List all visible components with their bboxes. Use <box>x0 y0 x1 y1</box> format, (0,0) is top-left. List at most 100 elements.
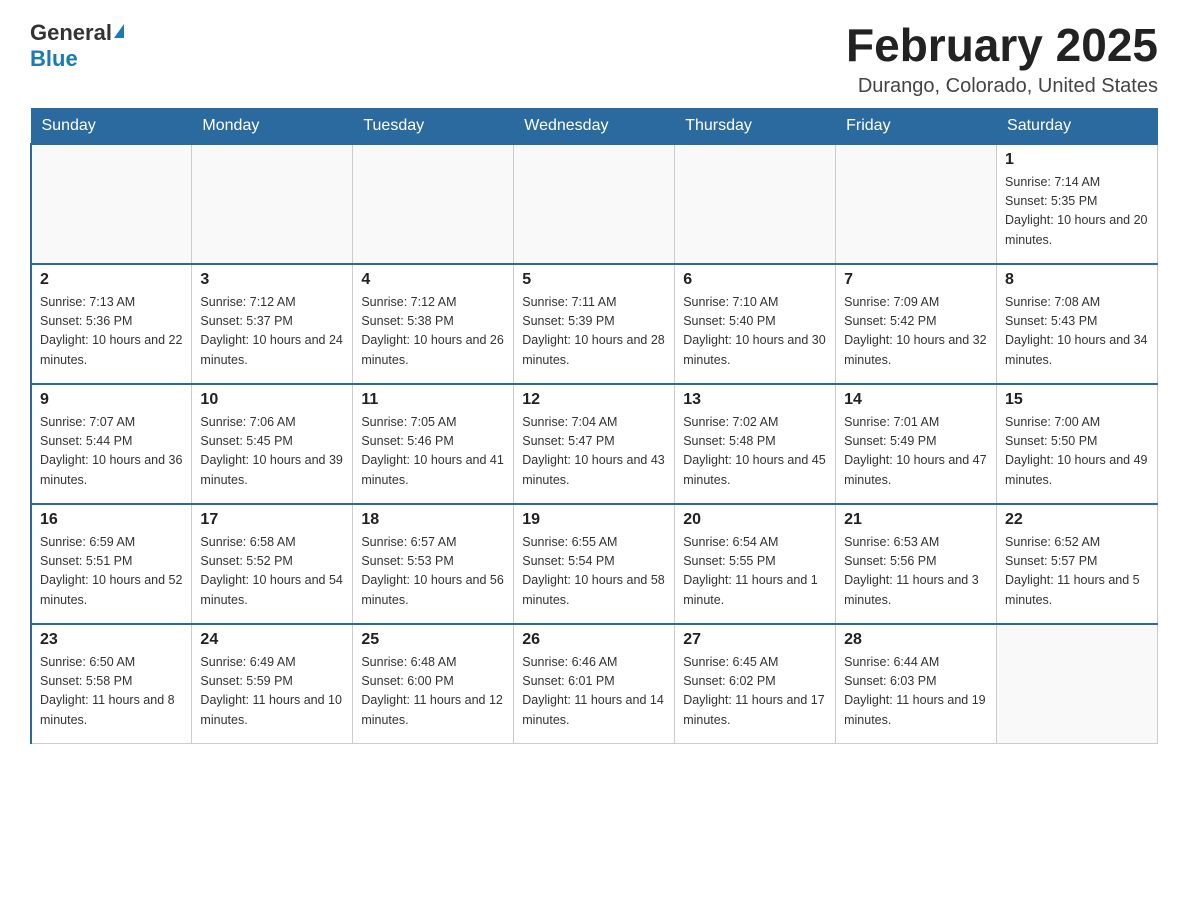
day-number: 24 <box>200 631 344 649</box>
day-number: 14 <box>844 391 988 409</box>
day-info: Sunrise: 7:05 AM Sunset: 5:46 PM Dayligh… <box>361 413 505 491</box>
day-info: Sunrise: 7:04 AM Sunset: 5:47 PM Dayligh… <box>522 413 666 491</box>
calendar-cell: 25 Sunrise: 6:48 AM Sunset: 6:00 PM Dayli… <box>353 624 514 744</box>
day-info: Sunrise: 7:01 AM Sunset: 5:49 PM Dayligh… <box>844 413 988 491</box>
day-of-week-header: Saturday <box>997 108 1158 144</box>
day-number: 13 <box>683 391 827 409</box>
day-number: 6 <box>683 271 827 289</box>
day-info: Sunrise: 7:12 AM Sunset: 5:38 PM Dayligh… <box>361 293 505 371</box>
calendar-week-row: 9 Sunrise: 7:07 AM Sunset: 5:44 PM Daylig… <box>31 384 1158 504</box>
calendar-cell: 20 Sunrise: 6:54 AM Sunset: 5:55 PM Dayli… <box>675 504 836 624</box>
day-info: Sunrise: 6:44 AM Sunset: 6:03 PM Dayligh… <box>844 653 988 731</box>
calendar-cell: 6 Sunrise: 7:10 AM Sunset: 5:40 PM Daylig… <box>675 264 836 384</box>
calendar-cell: 8 Sunrise: 7:08 AM Sunset: 5:43 PM Daylig… <box>997 264 1158 384</box>
day-number: 22 <box>1005 511 1149 529</box>
calendar-cell: 9 Sunrise: 7:07 AM Sunset: 5:44 PM Daylig… <box>31 384 192 504</box>
calendar-cell: 15Sunrise: 7:00 AM Sunset: 5:50 PM Dayli… <box>997 384 1158 504</box>
day-number: 19 <box>522 511 666 529</box>
calendar-cell: 21 Sunrise: 6:53 AM Sunset: 5:56 PM Dayli… <box>836 504 997 624</box>
logo: General Blue <box>30 20 124 72</box>
day-number: 9 <box>40 391 183 409</box>
day-number: 8 <box>1005 271 1149 289</box>
calendar-cell: 13 Sunrise: 7:02 AM Sunset: 5:48 PM Dayli… <box>675 384 836 504</box>
calendar-cell: 28 Sunrise: 6:44 AM Sunset: 6:03 PM Dayli… <box>836 624 997 744</box>
calendar-cell <box>997 624 1158 744</box>
day-number: 15 <box>1005 391 1149 409</box>
day-number: 18 <box>361 511 505 529</box>
calendar-cell: 23 Sunrise: 6:50 AM Sunset: 5:58 PM Dayli… <box>31 624 192 744</box>
day-number: 28 <box>844 631 988 649</box>
day-info: Sunrise: 6:52 AM Sunset: 5:57 PM Dayligh… <box>1005 533 1149 611</box>
calendar-cell: 5 Sunrise: 7:11 AM Sunset: 5:39 PM Daylig… <box>514 264 675 384</box>
day-number: 2 <box>40 271 183 289</box>
day-info: Sunrise: 7:08 AM Sunset: 5:43 PM Dayligh… <box>1005 293 1149 371</box>
day-number: 21 <box>844 511 988 529</box>
calendar-cell: 22 Sunrise: 6:52 AM Sunset: 5:57 PM Dayli… <box>997 504 1158 624</box>
calendar-cell <box>353 144 514 264</box>
day-of-week-header: Friday <box>836 108 997 144</box>
day-info: Sunrise: 6:54 AM Sunset: 5:55 PM Dayligh… <box>683 533 827 611</box>
day-info: Sunrise: 7:02 AM Sunset: 5:48 PM Dayligh… <box>683 413 827 491</box>
logo-blue-text: Blue <box>30 46 78 71</box>
calendar-cell <box>31 144 192 264</box>
day-number: 26 <box>522 631 666 649</box>
day-info: Sunrise: 7:09 AM Sunset: 5:42 PM Dayligh… <box>844 293 988 371</box>
logo-general-text: General <box>30 20 112 46</box>
calendar-cell <box>836 144 997 264</box>
day-of-week-header: Tuesday <box>353 108 514 144</box>
day-info: Sunrise: 6:55 AM Sunset: 5:54 PM Dayligh… <box>522 533 666 611</box>
calendar-cell: 19 Sunrise: 6:55 AM Sunset: 5:54 PM Dayli… <box>514 504 675 624</box>
month-title: February 2025 <box>846 20 1158 71</box>
calendar-week-row: 16Sunrise: 6:59 AM Sunset: 5:51 PM Dayli… <box>31 504 1158 624</box>
day-info: Sunrise: 6:48 AM Sunset: 6:00 PM Dayligh… <box>361 653 505 731</box>
day-of-week-header: Thursday <box>675 108 836 144</box>
day-info: Sunrise: 7:14 AM Sunset: 5:35 PM Dayligh… <box>1005 173 1149 251</box>
day-number: 11 <box>361 391 505 409</box>
day-number: 5 <box>522 271 666 289</box>
calendar-cell: 14 Sunrise: 7:01 AM Sunset: 5:49 PM Dayli… <box>836 384 997 504</box>
calendar-cell: 12Sunrise: 7:04 AM Sunset: 5:47 PM Dayli… <box>514 384 675 504</box>
calendar-cell: 16Sunrise: 6:59 AM Sunset: 5:51 PM Dayli… <box>31 504 192 624</box>
calendar-cell: 3Sunrise: 7:12 AM Sunset: 5:37 PM Daylig… <box>192 264 353 384</box>
day-info: Sunrise: 7:07 AM Sunset: 5:44 PM Dayligh… <box>40 413 183 491</box>
calendar-cell: 4 Sunrise: 7:12 AM Sunset: 5:38 PM Daylig… <box>353 264 514 384</box>
logo-triangle-icon <box>114 24 124 38</box>
day-info: Sunrise: 7:13 AM Sunset: 5:36 PM Dayligh… <box>40 293 183 371</box>
day-info: Sunrise: 7:10 AM Sunset: 5:40 PM Dayligh… <box>683 293 827 371</box>
day-info: Sunrise: 6:46 AM Sunset: 6:01 PM Dayligh… <box>522 653 666 731</box>
calendar-cell: 10 Sunrise: 7:06 AM Sunset: 5:45 PM Dayli… <box>192 384 353 504</box>
day-number: 23 <box>40 631 183 649</box>
day-number: 7 <box>844 271 988 289</box>
day-info: Sunrise: 6:58 AM Sunset: 5:52 PM Dayligh… <box>200 533 344 611</box>
calendar-week-row: 1 Sunrise: 7:14 AM Sunset: 5:35 PM Daylig… <box>31 144 1158 264</box>
day-number: 27 <box>683 631 827 649</box>
location-subtitle: Durango, Colorado, United States <box>846 75 1158 98</box>
calendar-cell <box>514 144 675 264</box>
calendar-cell: 2 Sunrise: 7:13 AM Sunset: 5:36 PM Daylig… <box>31 264 192 384</box>
day-info: Sunrise: 6:53 AM Sunset: 5:56 PM Dayligh… <box>844 533 988 611</box>
day-number: 17 <box>200 511 344 529</box>
page-header: General Blue February 2025 Durango, Colo… <box>30 20 1158 98</box>
day-number: 25 <box>361 631 505 649</box>
calendar-cell: 7 Sunrise: 7:09 AM Sunset: 5:42 PM Daylig… <box>836 264 997 384</box>
calendar-week-row: 23 Sunrise: 6:50 AM Sunset: 5:58 PM Dayli… <box>31 624 1158 744</box>
calendar-week-row: 2 Sunrise: 7:13 AM Sunset: 5:36 PM Daylig… <box>31 264 1158 384</box>
day-info: Sunrise: 6:49 AM Sunset: 5:59 PM Dayligh… <box>200 653 344 731</box>
day-number: 1 <box>1005 151 1149 169</box>
day-info: Sunrise: 7:12 AM Sunset: 5:37 PM Dayligh… <box>200 293 344 371</box>
day-info: Sunrise: 6:45 AM Sunset: 6:02 PM Dayligh… <box>683 653 827 731</box>
day-number: 10 <box>200 391 344 409</box>
calendar-cell <box>192 144 353 264</box>
day-info: Sunrise: 6:50 AM Sunset: 5:58 PM Dayligh… <box>40 653 183 731</box>
calendar-cell: 1 Sunrise: 7:14 AM Sunset: 5:35 PM Daylig… <box>997 144 1158 264</box>
day-number: 20 <box>683 511 827 529</box>
calendar-cell: 17 Sunrise: 6:58 AM Sunset: 5:52 PM Dayli… <box>192 504 353 624</box>
calendar-cell: 27 Sunrise: 6:45 AM Sunset: 6:02 PM Dayli… <box>675 624 836 744</box>
day-info: Sunrise: 7:11 AM Sunset: 5:39 PM Dayligh… <box>522 293 666 371</box>
day-info: Sunrise: 7:06 AM Sunset: 5:45 PM Dayligh… <box>200 413 344 491</box>
day-number: 4 <box>361 271 505 289</box>
day-number: 16 <box>40 511 183 529</box>
day-of-week-header: Monday <box>192 108 353 144</box>
calendar-cell: 11 Sunrise: 7:05 AM Sunset: 5:46 PM Dayli… <box>353 384 514 504</box>
calendar-table: SundayMondayTuesdayWednesdayThursdayFrid… <box>30 108 1158 745</box>
